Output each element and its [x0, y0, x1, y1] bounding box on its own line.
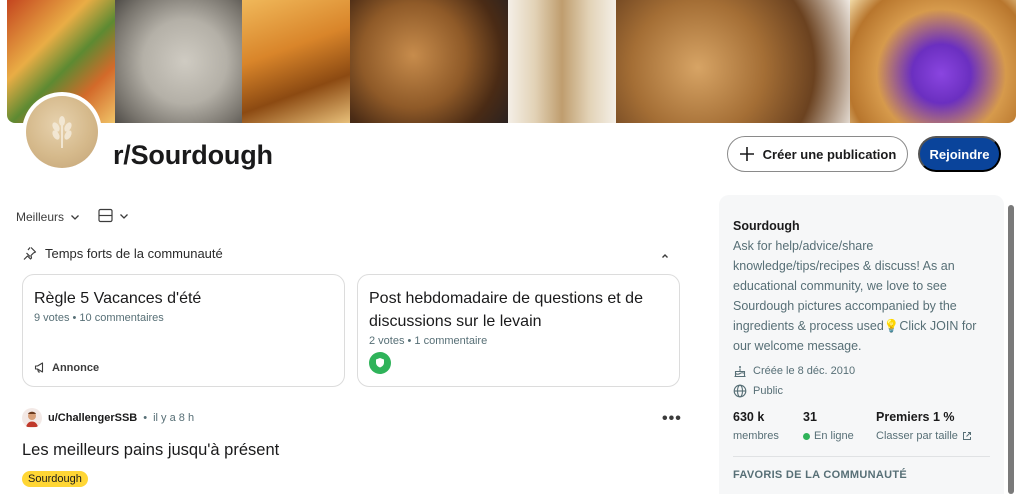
sidebar-community-name: Sourdough — [733, 219, 800, 233]
pin-icon — [23, 247, 37, 260]
online-label: En ligne — [814, 430, 854, 442]
post-author[interactable]: u/ChallengerSSB — [48, 412, 137, 424]
sidebar-divider — [733, 456, 990, 457]
online-value: 31 — [803, 410, 817, 424]
visibility-label: Public — [753, 385, 783, 397]
sidebar-description: Ask for help/advice/share knowledge/tips… — [733, 239, 977, 353]
banner-tile-boule-closeup — [616, 0, 850, 123]
community-avatar — [22, 92, 102, 172]
highlight-card-title: Règle 5 Vacances d'été — [34, 290, 202, 307]
collapse-highlights-button[interactable] — [660, 248, 670, 266]
join-button[interactable]: Rejoindre — [918, 136, 1001, 172]
highlight-card-meta: 9 votes • 10 commentaires — [34, 312, 164, 324]
members-value: 630 k — [733, 410, 765, 424]
members-stat: 630 k membres — [733, 410, 803, 442]
highlight-card-meta: 2 votes • 1 commentaire — [369, 335, 488, 347]
layout-card-icon — [98, 208, 113, 223]
rank-value: Premiers 1 % — [876, 410, 955, 424]
post-header: u/ChallengerSSB • il y a 8 h — [22, 408, 194, 428]
rank-label: Classer par taille — [876, 430, 958, 442]
community-sidebar: Sourdough Ask for help/advice/share know… — [719, 195, 1004, 494]
megaphone-icon — [34, 362, 44, 373]
post-flair[interactable]: Sourdough — [22, 471, 88, 487]
highlight-card-weekly-post[interactable]: Post hebdomadaire de questions et de dis… — [357, 274, 680, 387]
banner-tile-round-loaf — [350, 0, 508, 123]
banner-tile-crumb-halves — [508, 0, 616, 123]
page-scrollbar[interactable] — [1008, 205, 1014, 494]
highlights-header: Temps forts de la communauté — [22, 246, 223, 261]
announcement-label: Annonce — [52, 361, 100, 374]
create-post-button[interactable]: Créer une publication — [727, 136, 908, 172]
rank-by-size-link[interactable]: Classer par taille — [876, 430, 972, 442]
online-stat: 31 En ligne — [803, 410, 876, 442]
chevron-down-icon — [71, 215, 79, 220]
favorites-section-title: FAVORIS DE LA COMMUNAUTÉ — [733, 469, 908, 481]
cake-icon — [734, 366, 746, 378]
created-date-label: Créée le 8 déc. 2010 — [753, 365, 856, 377]
announcement-tag: Annonce — [34, 361, 99, 374]
view-layout-dropdown[interactable] — [98, 208, 129, 223]
chevron-down-icon — [120, 213, 128, 219]
sort-dropdown[interactable]: Meilleurs — [16, 210, 80, 224]
sort-label: Meilleurs — [16, 210, 65, 224]
plus-icon — [739, 147, 754, 161]
wheat-icon — [26, 96, 98, 168]
moderator-shield-icon — [369, 352, 391, 374]
banner-tile-ube-croissant — [850, 0, 1016, 123]
online-status: En ligne — [803, 430, 876, 442]
chevron-up-icon — [662, 254, 668, 258]
online-dot-icon — [803, 432, 810, 440]
rank-stat: Premiers 1 % Classer par taille — [876, 410, 972, 442]
globe-icon — [733, 384, 747, 398]
user-avatar[interactable] — [22, 408, 42, 428]
created-date: Créée le 8 déc. 2010 — [733, 364, 990, 378]
highlights-title: Temps forts de la communauté — [45, 246, 223, 261]
community-stats: 630 k membres 31 En ligne Premiers 1 % C… — [733, 410, 990, 442]
banner-tile-olive-focaccia — [242, 0, 350, 123]
community-banner — [7, 0, 1016, 123]
highlight-card-title: Post hebdomadaire de questions et de dis… — [369, 290, 643, 330]
post-time: il y a 8 h — [153, 412, 195, 424]
external-link-icon — [962, 432, 971, 440]
highlight-card-rules[interactable]: Règle 5 Vacances d'été 9 votes • 10 comm… — [22, 274, 345, 387]
post-title[interactable]: Les meilleurs pains jusqu'à présent — [22, 441, 279, 460]
members-label: membres — [733, 430, 779, 442]
create-post-label: Créer une publication — [762, 146, 897, 162]
post-separator: • — [143, 412, 148, 424]
post-more-options-button[interactable]: ••• — [662, 410, 682, 428]
banner-tile-scored-dough — [115, 0, 242, 123]
visibility: Public — [733, 384, 990, 398]
community-title: r/Sourdough — [113, 140, 273, 170]
